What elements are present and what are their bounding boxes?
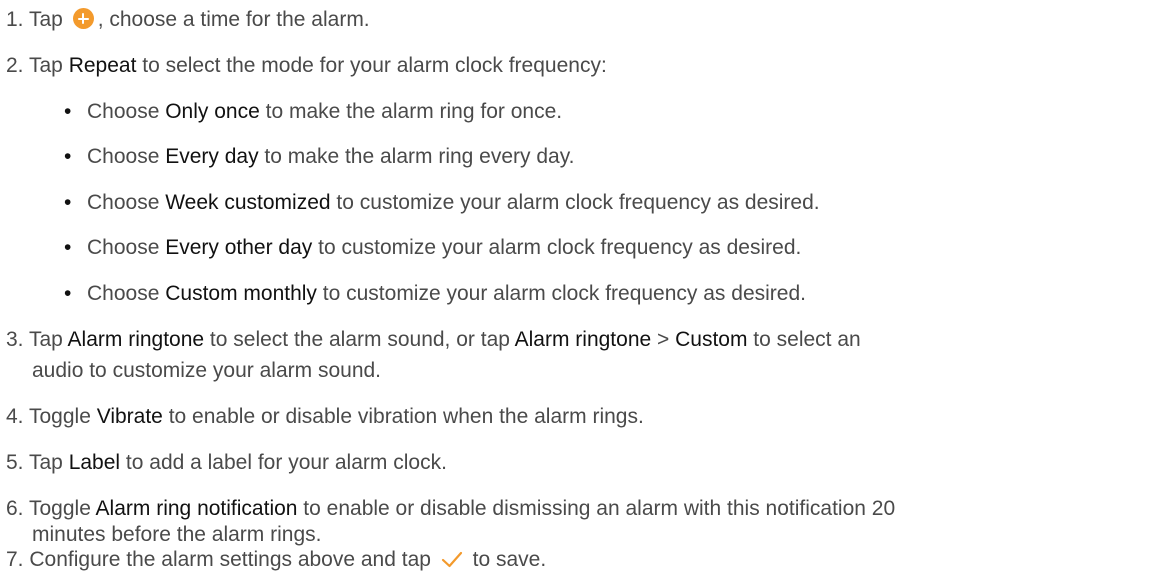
step-6: 6. Toggle Alarm ring notification to ena… [6,497,896,520]
bullet: • [64,236,72,259]
bullet: • [64,100,72,123]
step-1: 1. Tap , choose a time for the alarm. [6,8,370,31]
plus-circle-icon [72,8,94,29]
step-6-continuation: minutes before the alarm rings. [32,523,322,546]
step-7: 7. Configure the alarm settings above an… [6,548,547,571]
repeat-option-week-customized: Choose Week customized to customize your… [87,191,820,214]
checkmark-icon [441,551,462,568]
repeat-option-every-day: Choose Every day to make the alarm ring … [87,145,575,168]
repeat-option-every-other-day: Choose Every other day to customize your… [87,236,802,259]
step-2: 2. Tap Repeat to select the mode for you… [6,54,607,77]
bullet: • [64,191,72,214]
step-3-continuation: audio to customize your alarm sound. [32,359,382,382]
bullet: • [64,282,72,305]
step-3: 3. Tap Alarm ringtone to select the alar… [6,328,861,351]
repeat-option-custom-monthly: Choose Custom monthly to customize your … [87,282,806,305]
step-5: 5. Tap Label to add a label for your ala… [6,451,447,474]
bullet: • [64,145,72,168]
step-4: 4. Toggle Vibrate to enable or disable v… [6,405,644,428]
repeat-option-only-once: Choose Only once to make the alarm ring … [87,100,563,123]
